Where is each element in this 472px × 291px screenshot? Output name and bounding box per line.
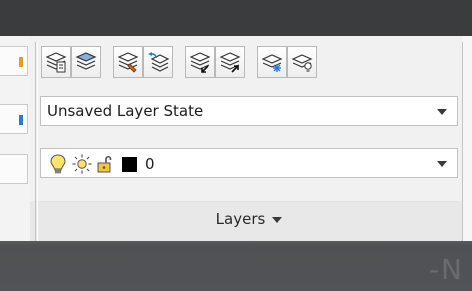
lightbulb-icon[interactable] [47, 153, 69, 175]
ribbon-tab-bar [0, 0, 472, 36]
layer-properties-icon [45, 52, 67, 73]
layer-dropdown[interactable]: 0 [40, 148, 458, 178]
unisolate-layer-icon [219, 52, 241, 73]
panel-title: Layers [215, 210, 266, 228]
drawing-area-edge: -N [0, 241, 472, 291]
match-layer-button[interactable] [113, 46, 143, 78]
freeze-layer-button[interactable] [257, 46, 287, 78]
chevron-down-icon [272, 217, 283, 223]
panel-divider-highlight [37, 42, 38, 241]
accent-mark [19, 115, 23, 125]
viewcube-fragment: -N [428, 253, 464, 286]
panel-divider [35, 42, 36, 241]
previous-panel-edge [0, 36, 30, 241]
unlock-icon[interactable] [95, 153, 117, 175]
freeze-layer-icon [261, 54, 283, 72]
previous-panel-combo[interactable] [0, 154, 28, 184]
accent-mark [19, 57, 23, 67]
previous-layer-icon [148, 52, 170, 72]
isolate-layer-button[interactable] [185, 46, 215, 78]
match-layer-icon [117, 52, 139, 73]
chevron-down-icon [437, 109, 447, 115]
layer-properties-button[interactable] [41, 46, 71, 78]
next-panel-edge [463, 36, 472, 241]
unisolate-layer-button[interactable] [215, 46, 245, 78]
layer-state-value: Unsaved Layer State [47, 102, 204, 120]
previous-panel-button[interactable] [0, 46, 28, 76]
layer-color-swatch [122, 156, 137, 172]
sun-icon[interactable] [71, 153, 93, 175]
layers-panel-title-button[interactable]: Layers [40, 201, 458, 236]
chevron-down-icon [437, 161, 447, 167]
off-layer-icon [291, 54, 313, 72]
previous-layer-button[interactable] [143, 46, 173, 78]
layer-state-dropdown[interactable]: Unsaved Layer State [40, 96, 458, 126]
isolate-layer-icon [189, 52, 211, 73]
previous-panel-combo[interactable] [0, 104, 28, 134]
layer-states-button[interactable] [71, 46, 101, 78]
layers-ribbon-panel: Unsaved Layer State 0 Layers [0, 36, 472, 241]
off-layer-button[interactable] [287, 46, 317, 78]
layer-states-icon [75, 52, 97, 70]
current-layer-name: 0 [145, 155, 155, 173]
